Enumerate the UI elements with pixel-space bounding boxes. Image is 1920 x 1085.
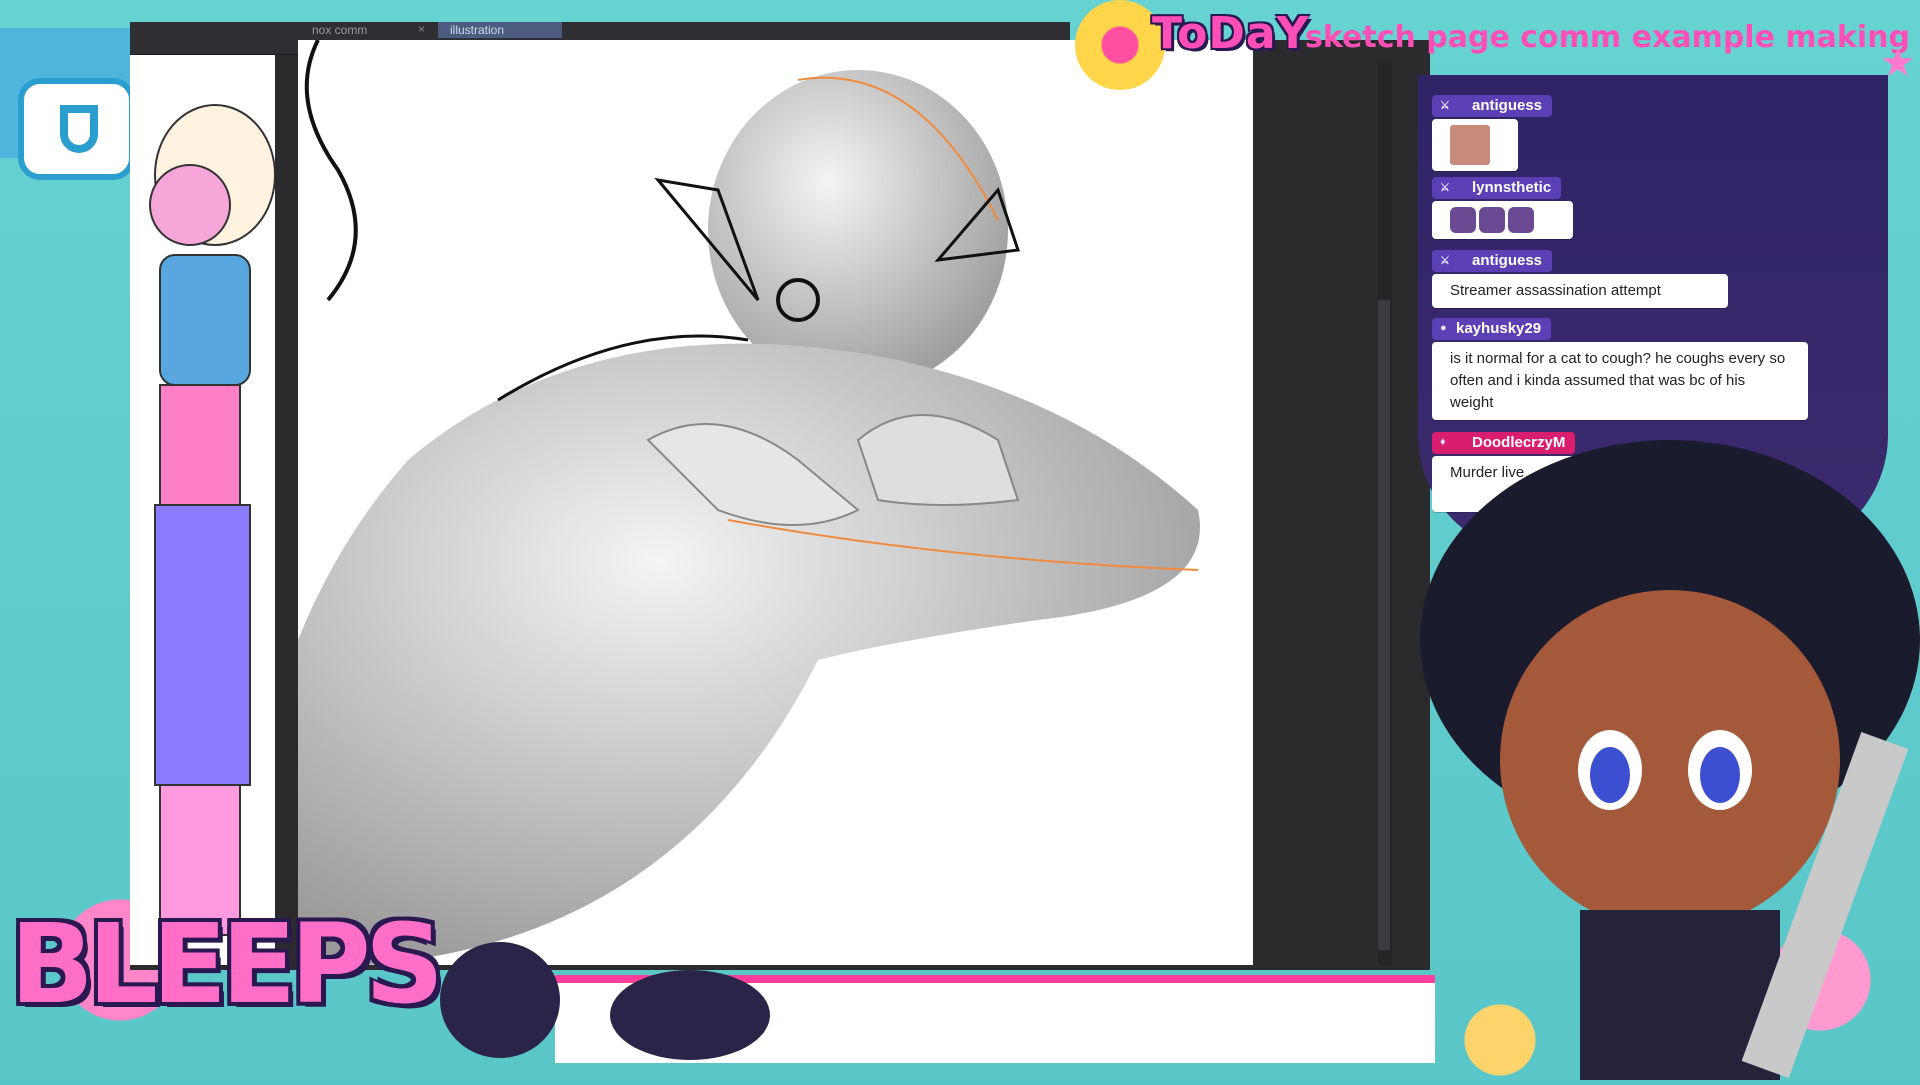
chat-emote-bubble: [1432, 119, 1518, 171]
streamer-avatar: [1380, 430, 1920, 1080]
mascot-creatures: [440, 942, 770, 1060]
avatar-emote-icon: [1508, 207, 1534, 233]
chat-message-text: is it normal for a cat to cough? he coug…: [1432, 342, 1808, 420]
photo-emote-icon: [1450, 125, 1490, 165]
mannequin-sketch: [298, 40, 1200, 965]
stream-title: sketch page comm example making: [1305, 20, 1910, 55]
avatar-emote-icon: [1479, 207, 1505, 233]
mod-badge-icon: ⚔: [1440, 255, 1450, 267]
drawing-canvas[interactable]: [298, 40, 1253, 965]
chat-username[interactable]: ⚔ antiguess: [1432, 95, 1553, 117]
viewer-badge-icon: ●: [1440, 322, 1447, 334]
reference-character-drawing: [149, 104, 276, 936]
chat-message: ⚔ antiguess: [1432, 95, 1553, 171]
avatar-emote-icon: [1450, 207, 1476, 233]
tab-illustration[interactable]: illustration: [438, 22, 562, 38]
tab-close-icon[interactable]: ×: [418, 22, 425, 36]
mod-badge-icon: ⚔: [1440, 182, 1450, 194]
chat-message: ⚔ lynnsthetic: [1432, 177, 1573, 239]
chat-username[interactable]: ⚔ lynnsthetic: [1432, 177, 1562, 199]
chat-message: ● kayhusky29 is it normal for a cat to co…: [1432, 318, 1808, 420]
reference-image-panel: [130, 55, 276, 965]
chat-username[interactable]: ⚔ antiguess: [1432, 250, 1553, 272]
chat-message-text: Streamer assassination attempt: [1432, 274, 1728, 308]
app-logo-icon: [18, 78, 135, 180]
mod-badge-icon: ⚔: [1440, 100, 1450, 112]
chat-message: ⚔ antiguess Streamer assassination attemp…: [1432, 250, 1728, 308]
today-badge: ToDaY: [1152, 8, 1310, 59]
chat-emote-bubble: [1432, 201, 1573, 239]
tab-nox-comm[interactable]: nox comm: [300, 22, 379, 38]
clip-studio-app-icon: [0, 28, 150, 180]
chat-username[interactable]: ● kayhusky29: [1432, 318, 1552, 340]
bleeps-logo: BLEEPS: [10, 900, 444, 1028]
